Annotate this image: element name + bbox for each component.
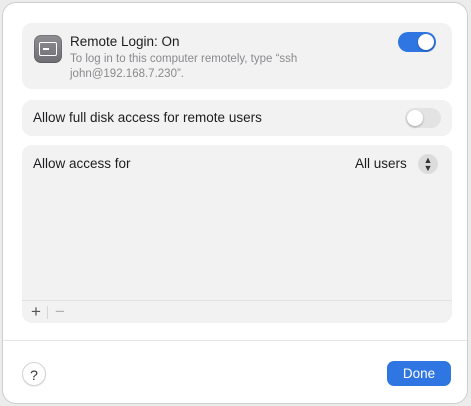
remote-login-toggle[interactable] <box>398 32 436 52</box>
footer-divider <box>3 340 467 341</box>
remote-login-description: To log in to this computer remotely, typ… <box>70 53 298 80</box>
help-button[interactable]: ? <box>22 362 46 386</box>
full-disk-access-toggle[interactable] <box>405 108 441 128</box>
allow-access-select-value[interactable]: All users <box>355 156 407 171</box>
button-divider <box>47 306 48 319</box>
remote-login-title: Remote Login: On <box>70 34 180 49</box>
popup-chevron-icon[interactable]: ▲ ▼ <box>418 154 438 174</box>
remove-user-button[interactable]: − <box>52 302 68 322</box>
users-list[interactable] <box>22 183 452 299</box>
add-user-button[interactable]: + <box>28 302 44 322</box>
full-disk-access-label: Allow full disk access for remote users <box>33 110 262 125</box>
list-footer: + − <box>22 300 452 324</box>
toggle-knob <box>407 110 423 126</box>
done-button[interactable]: Done <box>387 361 451 386</box>
toggle-knob <box>418 34 434 50</box>
chevron-down-icon: ▼ <box>423 163 433 173</box>
allow-access-card: Allow access for All users ▲ ▼ + − <box>22 145 452 323</box>
terminal-icon <box>34 35 62 63</box>
full-disk-access-card: Allow full disk access for remote users <box>22 100 452 136</box>
allow-access-label: Allow access for <box>33 156 131 171</box>
remote-login-sheet: Remote Login: On To log in to this compu… <box>2 2 468 404</box>
allow-access-header: Allow access for All users ▲ ▼ <box>22 145 452 184</box>
remote-login-card: Remote Login: On To log in to this compu… <box>22 23 452 89</box>
